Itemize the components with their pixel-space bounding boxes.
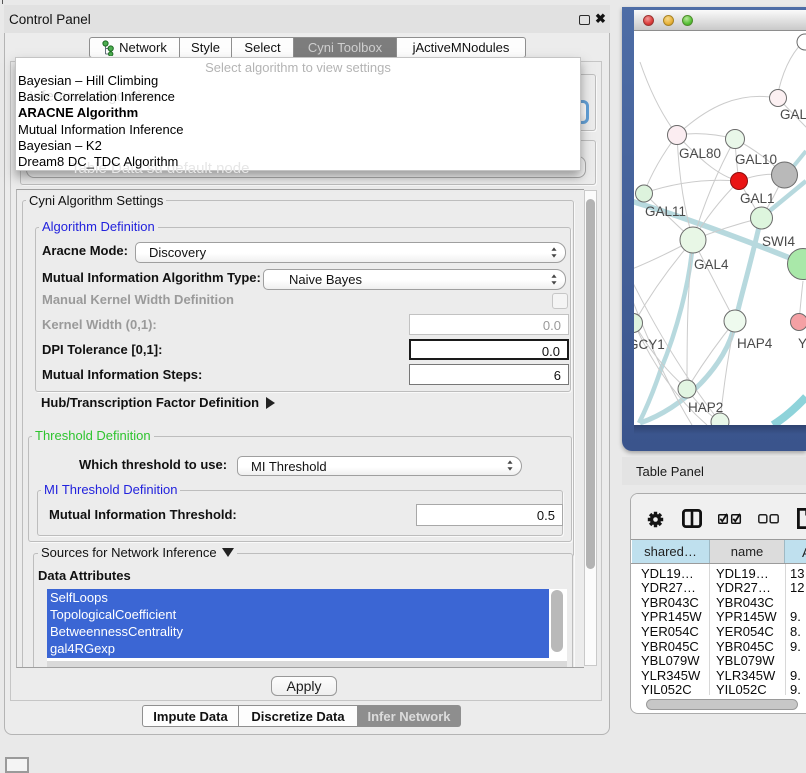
svg-text:GAL4: GAL4	[694, 257, 729, 272]
svg-text:HAP2: HAP2	[688, 400, 723, 415]
svg-text:GAL10: GAL10	[735, 152, 777, 167]
svg-text:GCY1: GCY1	[634, 337, 665, 352]
svg-text:GAL7: GAL7	[780, 107, 806, 122]
svg-text:GAL11: GAL11	[645, 204, 686, 219]
svg-text:GAL80: GAL80	[679, 146, 721, 161]
svg-text:HAP4: HAP4	[737, 336, 773, 351]
svg-text:SWI4: SWI4	[762, 234, 795, 249]
svg-text:Y: Y	[798, 336, 806, 351]
svg-text:GAL1: GAL1	[740, 191, 775, 206]
